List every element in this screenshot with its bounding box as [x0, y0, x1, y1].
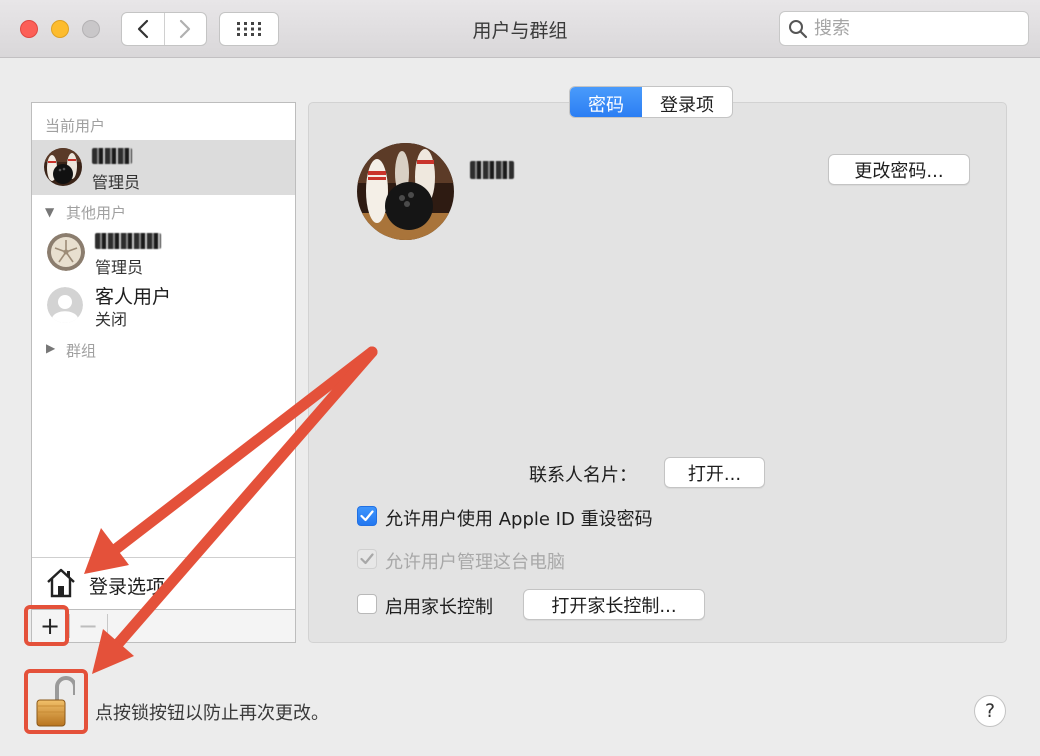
change-password-button[interactable]: 更改密码... [828, 154, 970, 185]
tab-login-items[interactable]: 登录项 [642, 87, 732, 117]
title-bar: 用户与群组 [0, 0, 1040, 58]
parental-controls-label: 启用家长控制 [385, 597, 493, 618]
guest-user-name: 客人用户 [95, 286, 172, 308]
sidebar-item-login-options[interactable]: 登录选项 [32, 557, 295, 609]
users-sidebar: 当前用户 管理员 ▼ 其他用户 管理员 客人用户 关闭 ▶ 群组 登录选项 [31, 102, 296, 610]
sidebar-item-current-user[interactable]: 管理员 [32, 140, 295, 195]
lock-message: 点按锁按钮以防止再次更改。 [95, 703, 329, 724]
tab-password[interactable]: 密码 [570, 87, 642, 117]
contact-card-label: 联系人名片： [529, 465, 637, 486]
sidebar-item-other-user[interactable]: 管理员 [32, 228, 295, 278]
house-icon [47, 568, 75, 598]
annotation-highlight-lock [24, 669, 88, 734]
sand-dollar-avatar [47, 233, 85, 271]
disclosure-closed-icon[interactable]: ▶ [46, 341, 55, 355]
sidebar-item-guest-user[interactable]: 客人用户 关闭 [32, 279, 295, 329]
user-avatar-large[interactable] [357, 143, 454, 240]
admin-checkbox [357, 549, 377, 569]
search-icon [789, 19, 808, 38]
username-redacted [92, 148, 132, 164]
sidebar-toolbar: + − [31, 610, 296, 643]
open-parental-controls-button[interactable]: 打开家长控制... [523, 589, 705, 620]
checkmark-icon [360, 553, 374, 565]
parental-controls-checkbox[interactable] [357, 594, 377, 614]
username-redacted [95, 233, 161, 249]
guest-user-icon [47, 287, 83, 323]
tab-bar: 密码 登录项 [569, 86, 733, 118]
search-input[interactable] [814, 18, 1014, 39]
user-role: 管理员 [92, 173, 141, 192]
apple-id-reset-label: 允许用户使用 Apple ID 重设密码 [385, 509, 653, 530]
username-redacted [470, 161, 514, 179]
open-contact-card-button[interactable]: 打开... [664, 457, 765, 488]
apple-id-reset-checkbox[interactable] [357, 506, 377, 526]
annotation-highlight-add [24, 605, 69, 646]
help-button[interactable]: ? [974, 695, 1006, 727]
bowling-avatar [44, 148, 82, 186]
login-options-label: 登录选项 [89, 576, 166, 598]
groups-label[interactable]: 群组 [66, 340, 96, 361]
current-users-label: 当前用户 [45, 117, 106, 135]
remove-user-button[interactable]: − [70, 610, 106, 642]
checkmark-icon [360, 510, 374, 522]
user-role: 管理员 [95, 258, 144, 277]
disclosure-open-icon[interactable]: ▼ [45, 205, 54, 219]
other-users-label: 其他用户 [66, 204, 127, 222]
admin-label: 允许用户管理这台电脑 [385, 552, 565, 573]
guest-user-status: 关闭 [95, 310, 128, 329]
search-field[interactable] [779, 11, 1029, 46]
toolbar-divider [107, 614, 108, 638]
